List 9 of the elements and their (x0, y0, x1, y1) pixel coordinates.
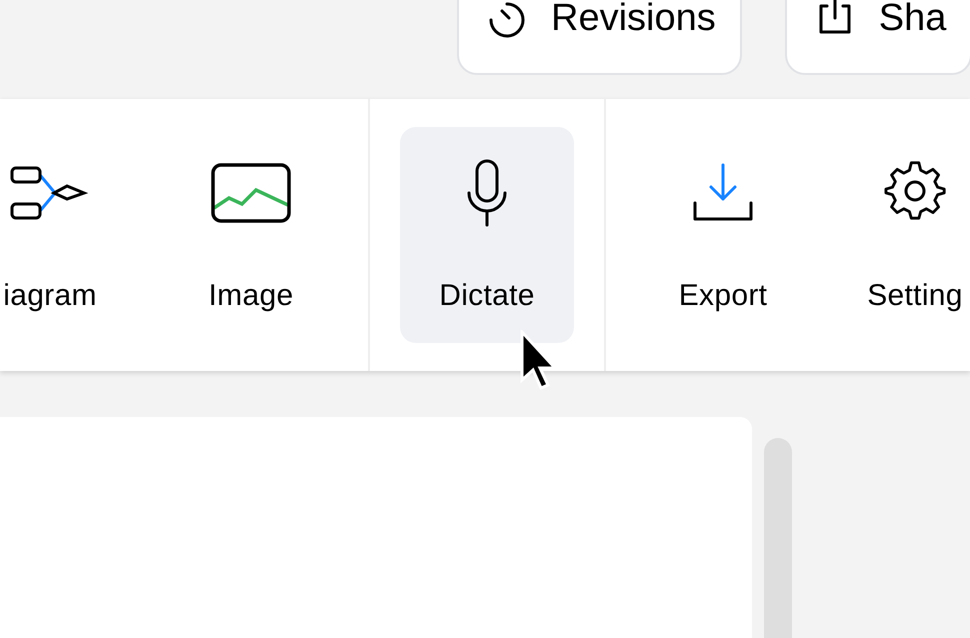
header-button[interactable]: Revisions (457, 0, 742, 75)
toolbar-button[interactable]: Setting (828, 127, 970, 343)
toolbar-button[interactable]: Image (164, 127, 338, 343)
toolbar-button[interactable]: Export (636, 127, 810, 343)
header-button[interactable]: Sha (784, 0, 970, 75)
image-icon (209, 161, 293, 225)
toolbar-button[interactable]: iagram (0, 127, 137, 343)
microphone-icon (465, 157, 509, 229)
toolbar-button[interactable]: Dictate (400, 127, 574, 343)
